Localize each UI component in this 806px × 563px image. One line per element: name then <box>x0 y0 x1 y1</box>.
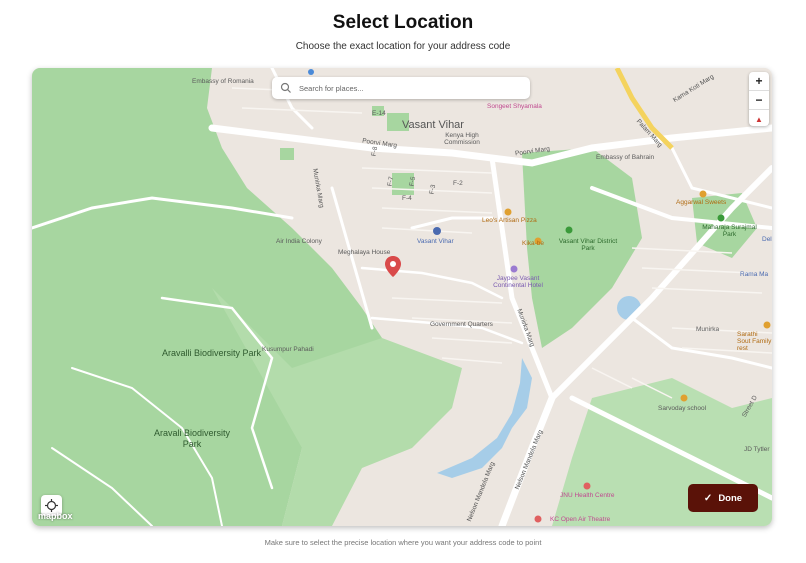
label-kc-theatre: KC Open Air Theatre <box>550 516 611 523</box>
sarvoday-pin <box>680 394 688 402</box>
sarathi-pin <box>763 321 771 329</box>
vv-park-pin <box>565 226 573 234</box>
label-munirka: Munirka <box>696 326 720 333</box>
map-view[interactable]: Aravalli Biodiversity Park Aravali Biodi… <box>32 68 772 526</box>
label-embassy-bahrain: Embassy of Bahrain <box>596 154 655 161</box>
label-f2: F-2 <box>453 180 463 187</box>
label-jnu-health: JNU Health Centre <box>560 492 615 499</box>
poi-dot-top <box>308 69 314 75</box>
green-patch-4 <box>280 148 294 160</box>
label-sarvoday: Sarvoday school <box>658 405 707 412</box>
maharaja-pin <box>717 214 725 222</box>
label-vasant-vihar: Vasant Vihar <box>402 119 464 131</box>
kc-theatre-pin <box>534 515 542 523</box>
label-jd-tytler: JD Tytler <box>744 446 770 453</box>
label-meghalaya: Meghalaya House <box>338 249 391 256</box>
search-input[interactable]: Search for places... <box>299 84 364 93</box>
label-del: Del <box>762 236 772 243</box>
label-jaypee: Jaypee Vasant Continental Hotel <box>493 275 543 289</box>
vasant-vihar-station-icon <box>433 227 441 235</box>
done-button[interactable]: ✓ Done <box>688 484 758 512</box>
label-air-india: Air India Colony <box>276 238 322 245</box>
search-icon <box>280 82 291 93</box>
zoom-controls: + − ▲ <box>749 72 769 126</box>
label-rama: Rama Ma <box>740 271 769 278</box>
zoom-in-button[interactable]: + <box>749 72 769 91</box>
label-maharaja: Maharaja Surajmal Park <box>702 224 757 238</box>
zoom-out-button[interactable]: − <box>749 91 769 110</box>
label-kikabe: Kika-be <box>522 240 545 247</box>
jnu-health-pin <box>583 482 591 490</box>
leos-pin <box>504 208 512 216</box>
label-songeet: Songeet Shyamala <box>487 103 542 110</box>
mapbox-attribution[interactable]: mapbox <box>38 511 73 521</box>
footer-note: Make sure to select the precise location… <box>264 538 542 547</box>
label-kenya: Kenya High Commission <box>444 132 480 146</box>
check-icon: ✓ <box>703 492 713 504</box>
label-kusumpur: Kusumpur Pahadi <box>262 346 314 353</box>
map-canvas[interactable] <box>32 68 772 526</box>
page-title: Select Location <box>332 12 474 33</box>
compass-button[interactable]: ▲ <box>749 110 769 128</box>
page-subtitle: Choose the exact location for your addre… <box>295 41 511 52</box>
label-sarathi: Sarathi Sout Family rest <box>737 331 772 352</box>
aggarwal-pin <box>699 190 707 198</box>
label-embassy-romania: Embassy of Romania <box>192 78 254 85</box>
jaypee-pin <box>510 265 518 273</box>
label-leos: Leo's Artisan Pizza <box>482 217 537 224</box>
done-label: Done <box>718 492 743 504</box>
compass-icon: ▲ <box>755 114 763 124</box>
label-vv-district-park: Vasant Vihar District Park <box>558 238 618 252</box>
label-aggarwal: Aggarwal Sweets <box>676 199 727 206</box>
label-vasant-vihar-station: Vasant Vihar <box>417 238 454 245</box>
label-aravalli-park-2: Aravali Biodiversity Park <box>153 428 231 449</box>
label-f4: F-4 <box>402 195 412 202</box>
search-bar[interactable]: Search for places... <box>272 77 530 99</box>
label-e14: E-14 <box>372 110 386 117</box>
label-aravalli-park-1: Aravalli Biodiversity Park <box>162 348 262 358</box>
label-govt-quarters: Government Quarters <box>430 321 493 328</box>
